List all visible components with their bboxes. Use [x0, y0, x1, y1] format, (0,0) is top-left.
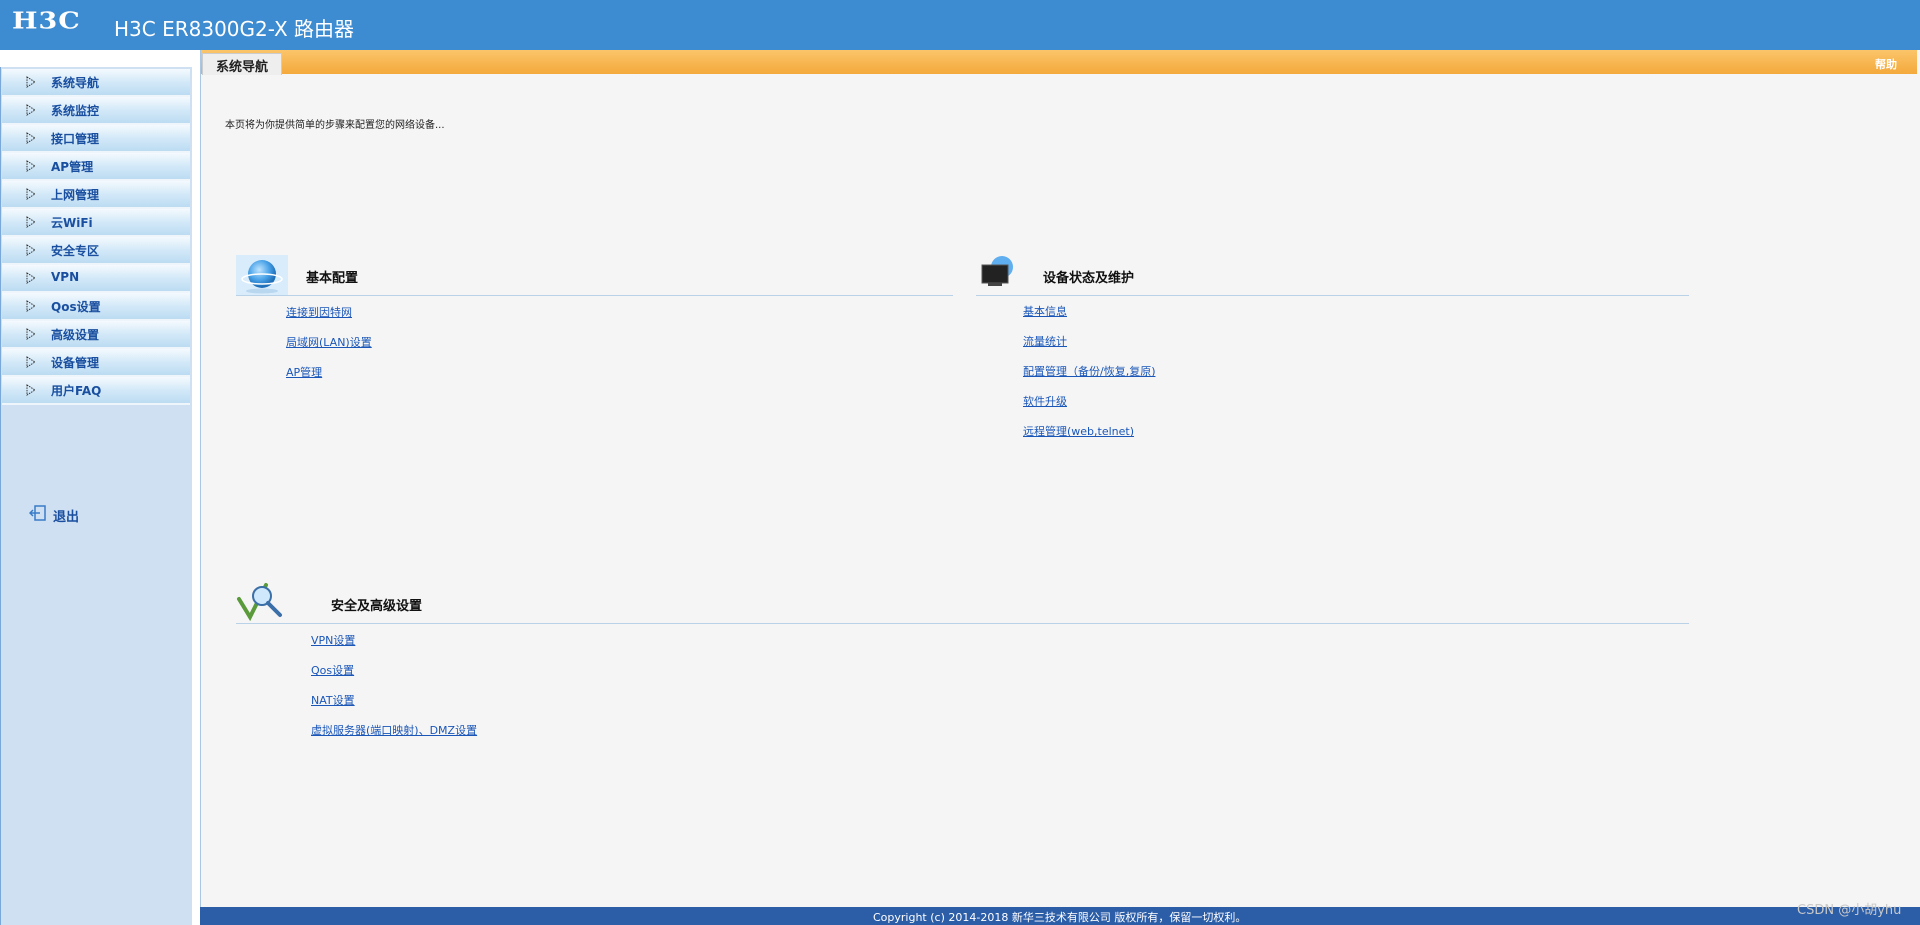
section-divider [236, 295, 953, 296]
top-header: H3C H3C ER8300G2-X 路由器 [0, 0, 1920, 50]
copyright-text: Copyright (c) 2014-2018 新华三技术有限公司 版权所有，保… [873, 911, 1247, 924]
sidebar-item-label: 高级设置 [51, 328, 100, 342]
expand-arrow-icon [26, 328, 36, 340]
expand-arrow-icon [26, 104, 36, 116]
link-software-upgrade[interactable]: 软件升级 [1023, 393, 1067, 409]
intro-text: 本页将为你提供简单的步骤来配置您的网络设备... [225, 120, 445, 131]
link-basic-info[interactable]: 基本信息 [1023, 303, 1067, 319]
h3c-logo: H3C [12, 8, 81, 35]
expand-arrow-icon [26, 216, 36, 228]
sidebar-item-faq[interactable]: 用户FAQ [2, 377, 190, 405]
sidebar-item-label: 上网管理 [51, 188, 100, 202]
sidebar-item-interface[interactable]: 接口管理 [2, 125, 190, 153]
link-virtual-server-dmz[interactable]: 虚拟服务器(端口映射)、DMZ设置 [311, 722, 477, 738]
sidebar-item-label: VPN [51, 270, 80, 284]
sidebar-item-label: 接口管理 [51, 132, 100, 146]
link-lan-settings[interactable]: 局域网(LAN)设置 [286, 334, 372, 350]
sidebar-item-label: AP管理 [51, 160, 94, 174]
link-ap-manage[interactable]: AP管理 [286, 364, 322, 380]
monitor-icon [981, 256, 1013, 286]
section-divider [976, 295, 1689, 296]
sidebar-item-system-monitor[interactable]: 系统监控 [2, 97, 190, 125]
section-divider [236, 623, 1689, 624]
sidebar-item-security[interactable]: 安全专区 [2, 237, 190, 265]
sidebar-item-qos[interactable]: Qos设置 [2, 293, 190, 321]
link-traffic-stats[interactable]: 流量统计 [1023, 333, 1067, 349]
section-title-device: 设备状态及维护 [1043, 271, 1135, 286]
section-title-security: 安全及高级设置 [331, 599, 423, 614]
sidebar-item-system-nav[interactable]: 系统导航 [2, 69, 190, 97]
globe-icon [236, 255, 288, 295]
help-link[interactable]: 帮助 [1875, 56, 1897, 72]
sidebar-item-ap[interactable]: AP管理 [2, 153, 190, 181]
expand-arrow-icon [26, 300, 36, 312]
sidebar-item-label: 用户FAQ [51, 384, 102, 398]
link-config-manage[interactable]: 配置管理（备份/恢复,复原) [1023, 363, 1156, 379]
sidebar-divider [191, 50, 200, 925]
link-connect-internet[interactable]: 连接到因特网 [286, 304, 352, 320]
sidebar-item-label: 设备管理 [51, 356, 100, 370]
sidebar-item-internet[interactable]: 上网管理 [2, 181, 190, 209]
expand-arrow-icon [26, 244, 36, 256]
tab-label: 系统导航 [216, 60, 269, 75]
section-title-basic: 基本配置 [306, 271, 359, 286]
expand-arrow-icon [26, 272, 36, 284]
sidebar-item-label: 云WiFi [51, 216, 93, 230]
sidebar-item-label: Qos设置 [51, 300, 101, 314]
logout-label: 退出 [53, 510, 80, 525]
expand-arrow-icon [26, 188, 36, 200]
expand-arrow-icon [26, 160, 36, 172]
security-settings-icon [237, 583, 282, 622]
tab-system-nav[interactable]: 系统导航 [202, 53, 282, 75]
expand-arrow-icon [26, 356, 36, 368]
main-panel: 系统导航 帮助 本页将为你提供简单的步骤来配置您的网络设备... 基本配置 连接… [200, 50, 1920, 925]
expand-arrow-icon [26, 384, 36, 396]
tab-bar: 系统导航 帮助 [201, 50, 1917, 75]
link-remote-manage[interactable]: 远程管理(web,telnet) [1023, 423, 1134, 439]
link-nat-settings[interactable]: NAT设置 [311, 692, 355, 708]
expand-arrow-icon [26, 76, 36, 88]
sidebar-item-device[interactable]: 设备管理 [2, 349, 190, 377]
app-title: H3C ER8300G2-X 路由器 [114, 17, 355, 41]
sidebar-item-advanced[interactable]: 高级设置 [2, 321, 190, 349]
sidebar-item-label: 安全专区 [51, 244, 100, 258]
sidebar-item-vpn[interactable]: VPN [2, 265, 190, 293]
link-vpn-settings[interactable]: VPN设置 [311, 632, 355, 648]
link-qos-settings[interactable]: Qos设置 [311, 662, 354, 678]
sidebar-item-cloud-wifi[interactable]: 云WiFi [2, 209, 190, 237]
sidebar-item-label: 系统导航 [51, 76, 100, 90]
sidebar-item-label: 系统监控 [51, 104, 100, 118]
footer: Copyright (c) 2014-2018 新华三技术有限公司 版权所有，保… [200, 907, 1920, 925]
expand-arrow-icon [26, 132, 36, 144]
logout-icon [29, 505, 46, 521]
watermark: CSDN @小胡yhu [1797, 903, 1902, 918]
